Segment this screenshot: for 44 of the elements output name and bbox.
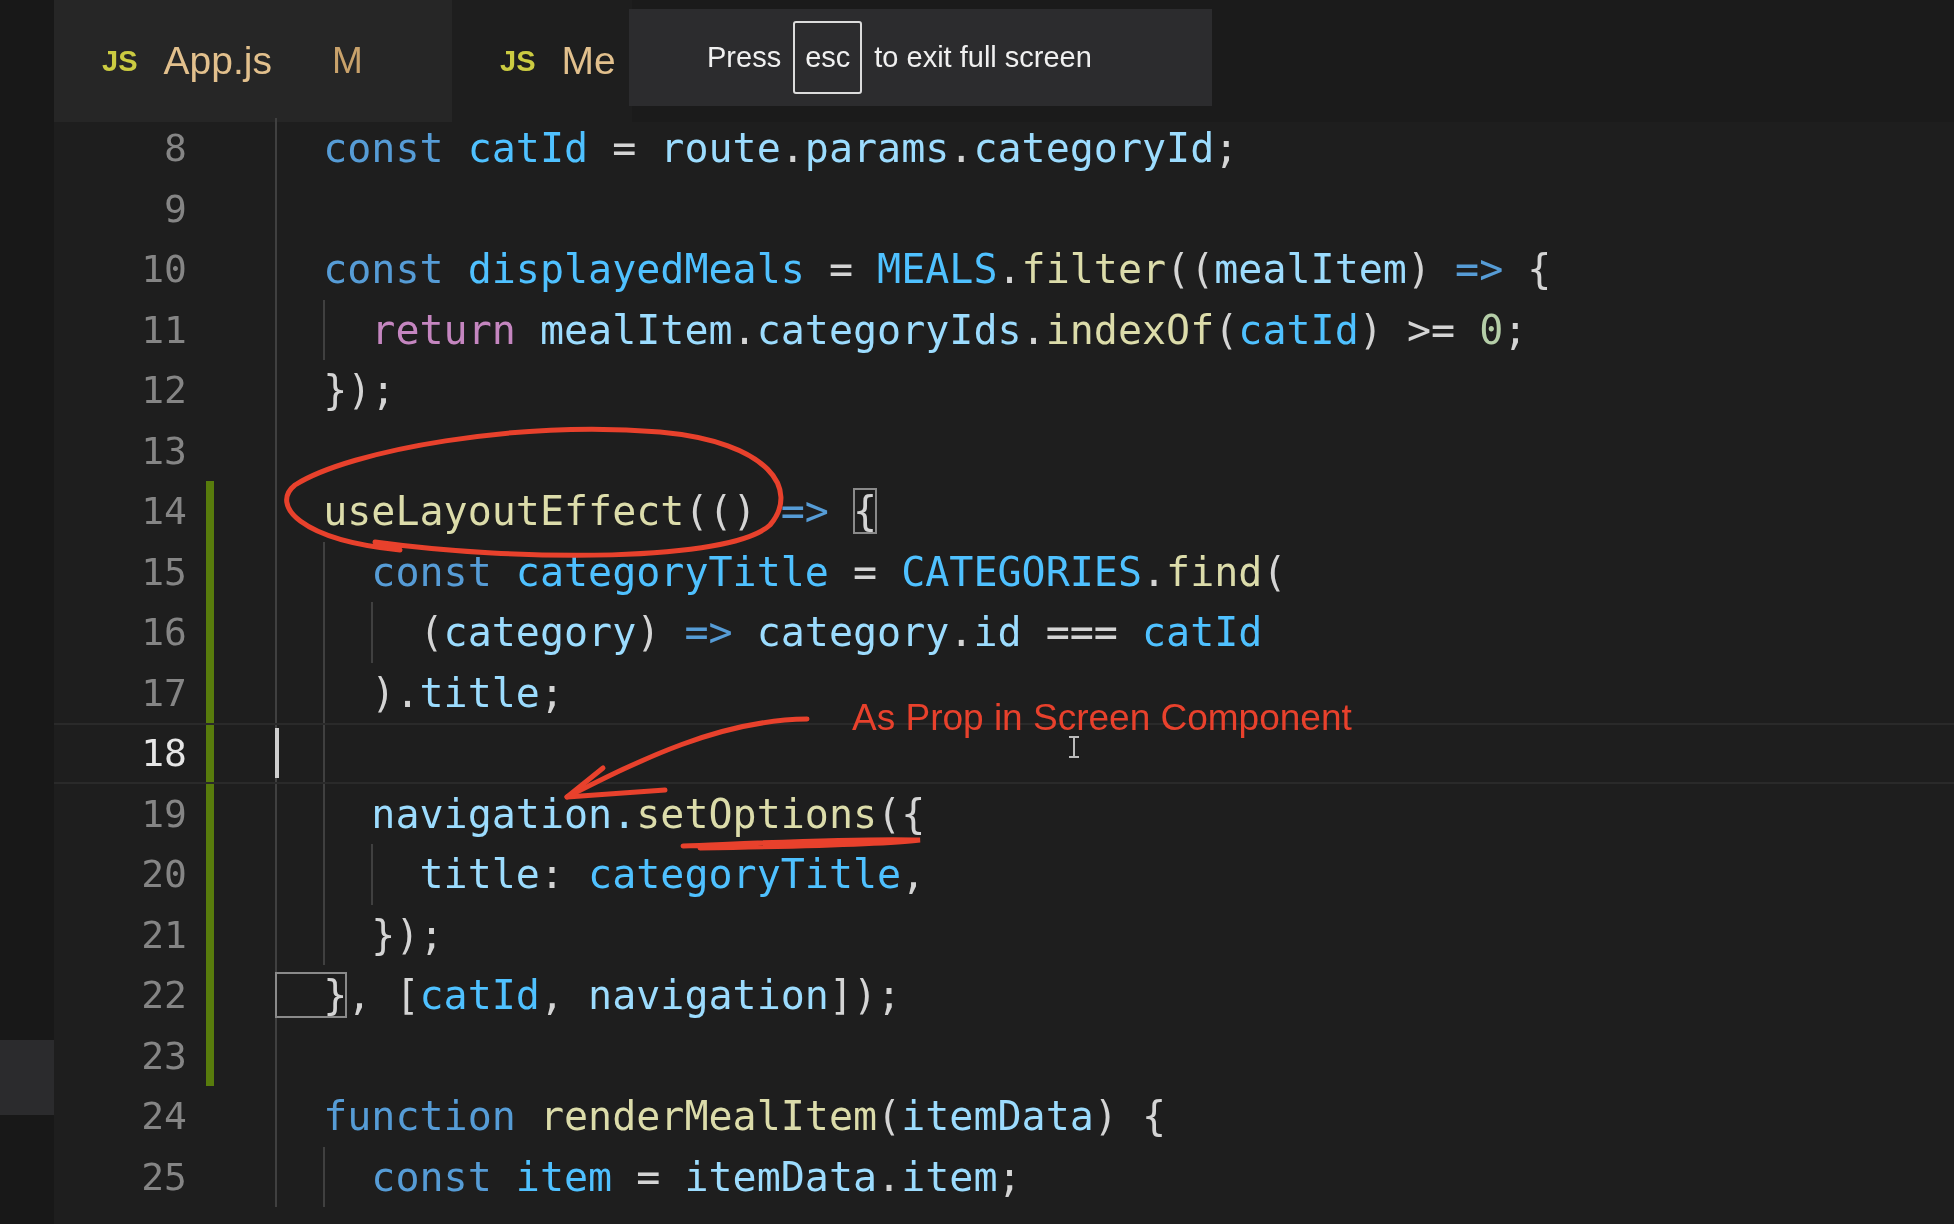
code-line: const item = itemData.item;: [370, 1153, 1022, 1200]
line-number: 19: [140, 791, 187, 836]
line-number: 22: [140, 973, 187, 1018]
code-line: navigation.setOptions({: [370, 790, 926, 837]
code-line: const displayedMeals = MEALS.filter((mealItem) => {: [322, 246, 1552, 293]
code-line: function renderMealItem(itemData) {: [322, 1093, 1167, 1140]
line-number: 24: [140, 1094, 187, 1139]
line-number: 25: [140, 1154, 187, 1199]
line-number: 23: [140, 1033, 187, 1078]
code-line: ).title;: [370, 669, 564, 716]
tab-label: App.js: [163, 39, 272, 83]
notice-text: to exit full screen: [874, 41, 1092, 74]
js-file-icon: JS: [500, 44, 536, 78]
line-number: 12: [140, 368, 187, 413]
annotation-text: As Prop in Screen Component: [852, 697, 1352, 739]
tab-label: Me: [561, 39, 616, 83]
line-number: 9: [163, 186, 187, 231]
code-line: title: categoryTitle,: [418, 851, 926, 898]
code-line: const catId = route.params.categoryId;: [322, 125, 1239, 172]
code-line: });: [322, 367, 396, 414]
code-line: }, [catId, navigation]);: [275, 972, 902, 1019]
code-line: const categoryTitle = CATEGORIES.find(: [370, 548, 1287, 595]
code-line: (category) => category.id === catId: [418, 609, 1263, 656]
line-number: 10: [140, 247, 187, 292]
js-file-icon: JS: [102, 44, 138, 78]
code-line: useLayoutEffect(() => {: [322, 488, 878, 535]
line-number: 13: [140, 428, 187, 473]
text-cursor-icon: [1068, 736, 1080, 758]
line-number: 20: [140, 852, 187, 897]
line-number: 21: [140, 912, 187, 957]
line-number: 8: [163, 126, 187, 171]
notice-text: Press: [707, 41, 782, 74]
line-number: 17: [140, 670, 187, 715]
text-cursor: [275, 728, 279, 779]
line-number: 15: [140, 549, 187, 594]
line-number: 16: [140, 610, 187, 655]
line-number: 14: [140, 489, 187, 534]
line-number: 18: [140, 731, 187, 776]
line-number: 11: [140, 307, 187, 352]
editor-tab[interactable]: JS App.js M: [54, 0, 452, 122]
esc-key: esc: [793, 21, 863, 94]
modified-status: M: [331, 40, 363, 82]
code-line: });: [370, 911, 444, 958]
code-line: return mealItem.categoryIds.indexOf(catId) >= 0;: [370, 306, 1528, 353]
